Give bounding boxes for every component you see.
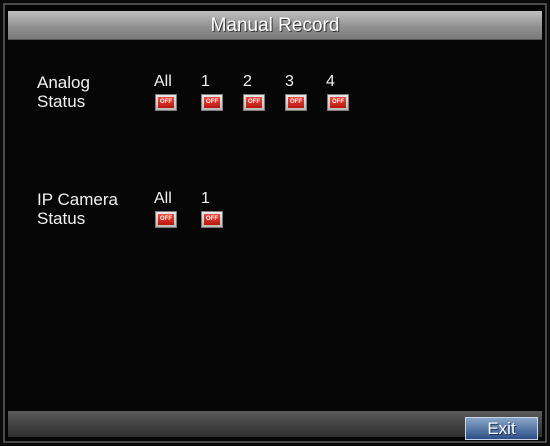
exit-button[interactable]: Exit [465,417,538,440]
analog-label: Analog Status [37,73,90,111]
analog-label-line1: Analog [37,73,90,92]
ip-camera-col-all: All [154,190,172,207]
analog-label-line2: Status [37,92,86,111]
title-bar: Manual Record [8,11,542,40]
ip-camera-all-record-toggle[interactable]: OFF [155,211,177,228]
ip-camera-label: IP Camera Status [37,190,118,228]
analog-col-3: 3 [285,73,294,90]
analog-col-1: 1 [201,73,210,90]
analog-col-4: 4 [326,73,335,90]
dialog-title: Manual Record [210,15,340,36]
analog-all-record-toggle[interactable]: OFF [155,94,177,111]
bottom-bar [8,411,542,437]
off-indicator: OFF [204,97,220,108]
off-indicator: OFF [204,214,220,225]
ip-camera-label-line2: Status [37,209,86,228]
analog-ch4-record-toggle[interactable]: OFF [327,94,349,111]
off-indicator: OFF [246,97,262,108]
analog-col-all: All [154,73,172,90]
ip-camera-ch1-record-toggle[interactable]: OFF [201,211,223,228]
off-indicator: OFF [158,214,174,225]
off-indicator: OFF [288,97,304,108]
off-indicator: OFF [158,97,174,108]
analog-ch2-record-toggle[interactable]: OFF [243,94,265,111]
analog-col-2: 2 [243,73,252,90]
analog-ch1-record-toggle[interactable]: OFF [201,94,223,111]
ip-camera-label-line1: IP Camera [37,190,118,209]
ip-camera-col-1: 1 [201,190,210,207]
analog-ch3-record-toggle[interactable]: OFF [285,94,307,111]
off-indicator: OFF [330,97,346,108]
manual-record-screen: Manual Record Analog Status All 1 2 3 4 … [0,0,550,446]
